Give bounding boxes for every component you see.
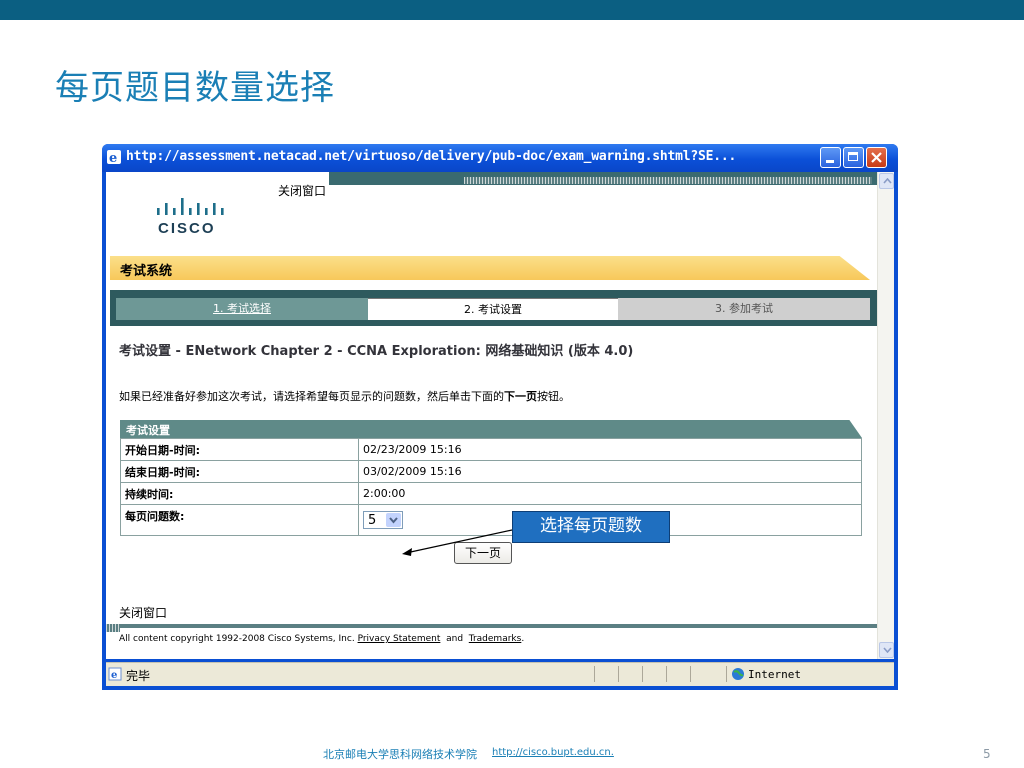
zone-text: Internet [748,668,801,681]
table-row: 开始日期-时间: 02/23/2009 15:16 [120,438,862,461]
chevron-up-icon [883,178,892,184]
cisco-logo: CISCO [153,192,233,240]
settings-table-title: 考试设置 [126,424,170,437]
copyright-text: All content copyright 1992-2008 Cisco Sy… [119,634,524,644]
annotation-callout: 选择每页题数 [512,511,670,543]
privacy-statement-link[interactable]: Privacy Statement [358,634,441,644]
maximize-button[interactable] [843,147,864,168]
instruction-prefix: 如果已经准备好参加这次考试，请选择希望每页显示的问题数，然后单击下面的 [119,390,504,403]
window-titlebar[interactable]: e http://assessment.netacad.net/virtuoso… [102,144,898,172]
cisco-logo-text: CISCO [158,220,216,236]
status-divider [690,666,691,682]
close-button[interactable] [866,147,887,168]
status-text: 完毕 [126,669,151,683]
copyright-prefix: All content copyright 1992-2008 Cisco Sy… [119,634,355,644]
status-divider [666,666,667,682]
minimize-button[interactable] [820,147,841,168]
start-datetime-label: 开始日期-时间: [120,438,359,461]
dropdown-arrow[interactable] [386,513,401,527]
copyright-and: and [446,634,464,644]
system-title: 考试系统 [120,264,173,279]
tab-exam-select[interactable]: 1. 考试选择 [116,298,368,320]
browser-window: e http://assessment.netacad.net/virtuoso… [102,144,898,690]
slide-footer-text: 北京邮电大学思科网络技术学院 [323,748,477,761]
settings-table-header: 考试设置 [120,420,862,438]
status-bar: e 完毕 Internet [106,662,894,686]
instruction-text: 如果已经准备好参加这次考试，请选择希望每页显示的问题数，然后单击下面的下一页按钮… [119,388,570,404]
system-title-bar: 考试系统 [110,256,870,280]
exam-page: 关闭窗口 CISCO 考试系统 1. 考试选择 2. 考试设置 3. 参加考试 … [106,172,877,659]
slide-footer-link[interactable]: http://cisco.bupt.edu.cn. [492,747,614,758]
ie-icon: e [107,150,121,165]
annotation-arrow [402,529,513,556]
duration-value: 2:00:00 [358,482,862,505]
settings-table: 开始日期-时间: 02/23/2009 15:16 结束日期-时间: 03/02… [120,438,862,536]
per-page-selected-value: 5 [368,513,377,528]
vertical-scrollbar[interactable] [877,172,894,659]
tab-exam-settings: 2. 考试设置 [368,298,618,320]
instruction-suffix: 按钮。 [537,390,570,403]
chevron-down-icon [389,517,398,524]
end-datetime-value: 03/02/2009 15:16 [358,460,862,483]
duration-label: 持续时间: [120,482,359,505]
svg-text:e: e [111,670,117,681]
page-done-icon: e [108,667,122,681]
browser-content: 关闭窗口 CISCO 考试系统 1. 考试选择 2. 考试设置 3. 参加考试 … [106,172,894,659]
globe-icon [732,668,744,680]
status-divider [726,666,727,682]
end-datetime-label: 结束日期-时间: [120,460,359,483]
tab-exam-select-label[interactable]: 1. 考试选择 [213,302,271,315]
trademarks-link[interactable]: Trademarks [469,634,522,644]
header-hatch [464,177,872,184]
slide-title: 每页题目数量选择 [55,68,335,108]
per-page-select[interactable]: 5 [363,511,403,529]
svg-text:e: e [109,151,117,165]
chevron-down-icon [883,647,892,653]
status-divider [594,666,595,682]
per-page-label: 每页问题数: [120,504,359,536]
close-window-link-bottom[interactable]: 关闭窗口 [119,604,167,621]
footer-hatch [106,624,120,632]
close-icon [871,152,882,163]
window-title: http://assessment.netacad.net/virtuoso/d… [126,149,737,164]
start-datetime-value: 02/23/2009 15:16 [358,438,862,461]
status-divider [642,666,643,682]
scroll-up-button[interactable] [879,173,894,189]
status-divider [618,666,619,682]
cisco-bridge-icon: CISCO [157,198,224,237]
slide-page-number: 5 [983,747,991,761]
footer-line [106,624,877,628]
tab-take-exam: 3. 参加考试 [618,298,870,320]
page-heading: 考试设置 - ENetwork Chapter 2 - CCNA Explora… [119,344,634,359]
scroll-down-button[interactable] [879,642,894,658]
next-page-button[interactable]: 下一页 [454,542,512,564]
close-window-link-top[interactable]: 关闭窗口 [278,182,326,199]
slide-top-bar [0,0,1024,20]
table-row: 持续时间: 2:00:00 [120,482,862,505]
table-row: 结束日期-时间: 03/02/2009 15:16 [120,460,862,483]
instruction-bold: 下一页 [504,390,537,403]
copyright-period: . [521,634,525,644]
table-row: 每页问题数: 5 [120,504,862,536]
